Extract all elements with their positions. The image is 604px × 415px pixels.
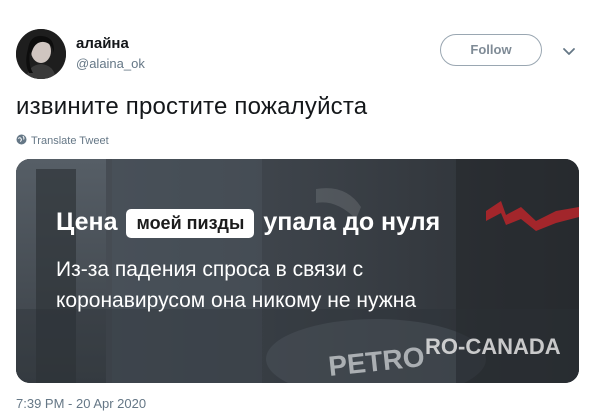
author-handle[interactable]: @alaina_ok <box>76 55 145 73</box>
tweet-media-image[interactable]: Цена моей пизды упала до нуля Из-за паде… <box>16 159 579 383</box>
follow-button[interactable]: Follow <box>440 34 542 66</box>
globe-icon <box>16 132 27 150</box>
author-display-name[interactable]: алайна <box>76 35 145 53</box>
brand-signage: PETRO RO-CANADA <box>327 334 561 382</box>
tweet-text: извините простите пожалуйста <box>16 93 368 120</box>
chevron-down-icon[interactable] <box>559 41 579 61</box>
tweet-card: алайна @alaina_ok Follow извините прости… <box>0 0 604 415</box>
brand-text-canada: RO-CANADA <box>425 334 561 359</box>
avatar[interactable] <box>16 29 66 79</box>
tweet-header: алайна @alaina_ok Follow <box>16 29 586 81</box>
brand-text-petro: PETRO <box>327 341 426 382</box>
author-names: алайна @alaina_ok <box>76 35 145 73</box>
tweet-timestamp[interactable]: 7:39 PM - 20 Apr 2020 <box>16 396 146 412</box>
translate-label[interactable]: Translate Tweet <box>31 134 109 148</box>
translate-tweet-link[interactable]: Translate Tweet <box>16 134 109 148</box>
